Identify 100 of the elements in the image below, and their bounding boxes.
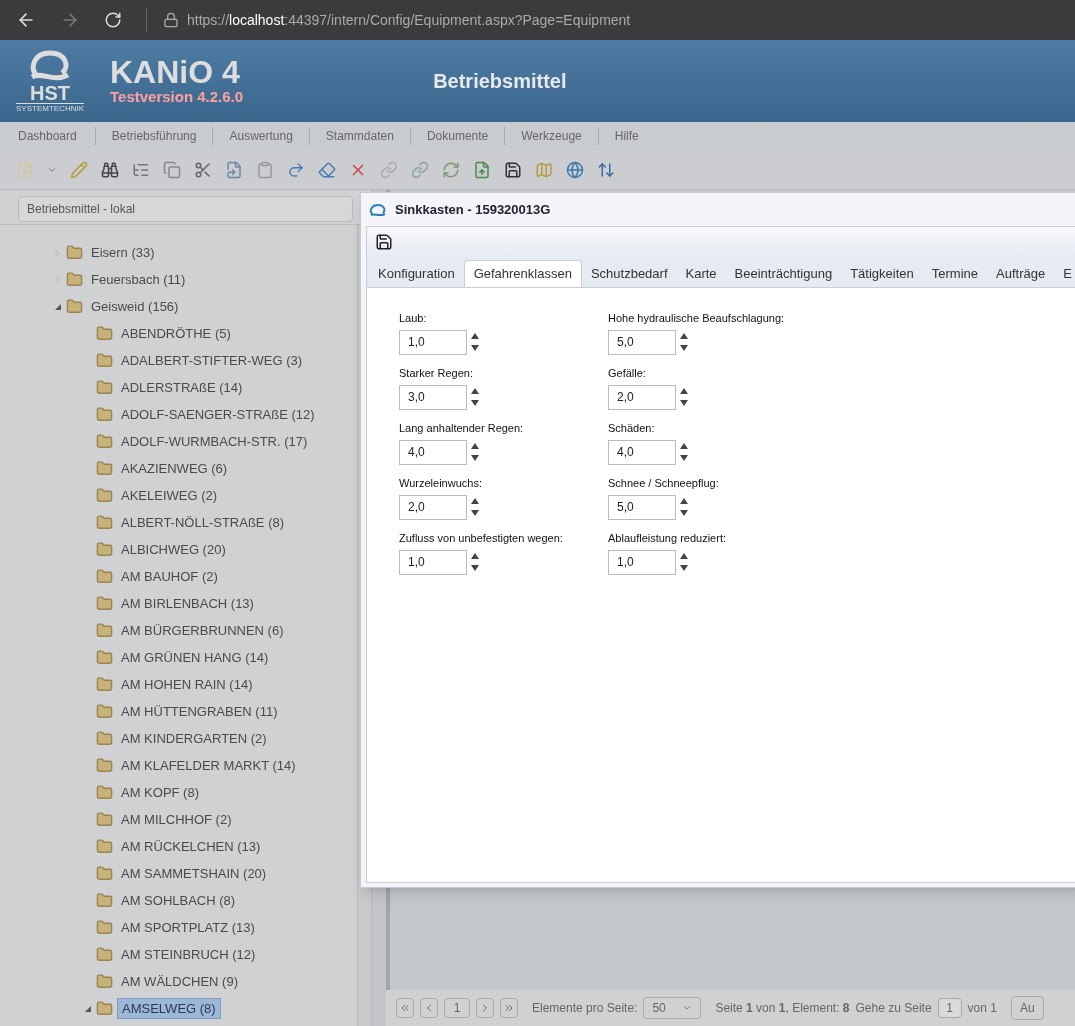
folder-icon <box>96 865 113 882</box>
globe-icon[interactable] <box>566 160 584 179</box>
number-field[interactable]: 3,0 <box>399 384 467 410</box>
tree-item[interactable]: Geisweid (156) <box>87 296 183 317</box>
tree-item[interactable]: ALBERT-NÖLL-STRAßE (8) <box>117 512 289 533</box>
tree-item[interactable]: AM KINDERGARTEN (2) <box>117 728 271 749</box>
previous-page-button[interactable] <box>420 998 438 1018</box>
tree-item[interactable]: AKELEIWEG (2) <box>117 485 222 506</box>
save-icon[interactable] <box>375 233 393 251</box>
go-button[interactable]: Au <box>1010 996 1044 1020</box>
tab[interactable]: Beeinträchtigung <box>725 260 842 287</box>
tree-item[interactable]: AM KLAFELDER MARKT (14) <box>117 755 300 776</box>
spinner-icon[interactable] <box>680 333 688 351</box>
tab[interactable]: Aufträge <box>987 260 1055 287</box>
spinner-icon[interactable] <box>680 443 688 461</box>
per-page-dropdown[interactable]: 50 <box>643 997 702 1019</box>
tree-item[interactable]: AM BIRLENBACH (13) <box>117 593 258 614</box>
reload-icon[interactable] <box>104 11 122 29</box>
chain-icon[interactable] <box>411 160 429 179</box>
file-arrow-icon[interactable] <box>225 160 243 179</box>
tree-item[interactable]: ALBICHWEG (20) <box>117 539 230 560</box>
number-field[interactable]: 4,0 <box>608 439 676 465</box>
number-field[interactable]: 4,0 <box>399 439 467 465</box>
tab[interactable]: Konfiguration <box>369 260 464 287</box>
number-field[interactable]: 5,0 <box>608 329 676 355</box>
tree-item[interactable]: ADLERSTRAßE (14) <box>117 377 247 398</box>
menu-item[interactable]: Dashboard <box>0 127 95 145</box>
clipboard-icon[interactable] <box>256 160 274 179</box>
link-icon[interactable] <box>380 160 398 179</box>
folder-icon <box>96 703 113 720</box>
tree-item[interactable]: AM RÜCKELCHEN (13) <box>117 836 265 857</box>
tree-item[interactable]: Eisern (33) <box>87 242 159 263</box>
folder-icon <box>96 892 113 909</box>
number-field[interactable]: 2,0 <box>608 384 676 410</box>
first-page-button[interactable] <box>396 998 414 1018</box>
arrow-icon[interactable] <box>287 160 305 179</box>
spinner-icon[interactable] <box>680 553 688 571</box>
tree-item[interactable]: AM BÜRGERBRUNNEN (6) <box>117 620 288 641</box>
logo-text: HST <box>30 82 70 103</box>
expanded-arrow-icon[interactable] <box>84 1004 92 1013</box>
tab[interactable]: Gefahrenklassen <box>463 260 582 287</box>
menu-item[interactable]: Dokumente <box>409 127 505 145</box>
spinner-icon[interactable] <box>471 333 479 351</box>
tree-item[interactable]: AM MILCHHOF (2) <box>117 809 236 830</box>
tab[interactable]: Termine <box>922 260 987 287</box>
tab[interactable]: Karte <box>676 260 726 287</box>
tree-item[interactable]: AM WÄLDCHEN (9) <box>117 971 242 992</box>
tree-item[interactable]: ABENDRÖTHE (5) <box>117 323 235 344</box>
address-field[interactable]: https://localhost:44397/intern/Config/Equipment.aspx?Page=Equipment <box>163 9 631 31</box>
csv-upload-icon[interactable] <box>473 160 491 179</box>
tab[interactable]: Tätigkeiten <box>841 260 923 287</box>
tab[interactable]: E <box>1054 260 1075 287</box>
spinner-icon[interactable] <box>471 553 479 571</box>
spinner-icon[interactable] <box>471 443 479 461</box>
tree-item[interactable]: AKAZIENWEG (6) <box>117 458 232 479</box>
field-label: Wurzeleinwuchs: <box>399 476 483 491</box>
save-icon[interactable] <box>504 160 522 179</box>
last-page-button[interactable] <box>500 998 518 1018</box>
number-field[interactable]: 2,0 <box>399 494 467 520</box>
binoculars-icon[interactable] <box>101 160 119 179</box>
menu-item[interactable]: Hilfe <box>597 127 655 145</box>
menu-item[interactable]: Werkzeuge <box>504 127 598 145</box>
menu-item[interactable]: Auswertung <box>212 127 309 145</box>
number-field[interactable]: 1,0 <box>399 549 467 575</box>
spinner-icon[interactable] <box>471 498 479 516</box>
logo-subtitle: SYSTEMTECHNIK <box>16 102 84 114</box>
map-icon[interactable] <box>535 160 553 179</box>
pencil-icon[interactable] <box>70 160 88 179</box>
tree-item[interactable]: AM BAUHOF (2) <box>117 566 222 587</box>
tree-item[interactable]: ADALBERT-STIFTER-WEG (3) <box>117 350 307 371</box>
spinner-icon[interactable] <box>680 388 688 406</box>
tree-item[interactable]: AM SPORTPLATZ (13) <box>117 917 259 938</box>
copy-icon[interactable] <box>163 160 181 179</box>
number-field[interactable]: 5,0 <box>608 494 676 520</box>
tree-item[interactable]: AMSELWEG (8) <box>117 997 221 1020</box>
spinner-icon[interactable] <box>471 388 479 406</box>
eraser-icon[interactable] <box>318 160 336 179</box>
next-page-button[interactable] <box>476 998 494 1018</box>
version-label: Testversion 4.2.6.0 <box>110 87 244 107</box>
tree-item[interactable]: AM KOPF (8) <box>117 782 203 803</box>
menu-item[interactable]: Stammdaten <box>308 127 410 145</box>
tree-item[interactable]: AM HÜTTENGRABEN (11) <box>117 701 282 722</box>
tree-item[interactable]: ADOLF-SAENGER-STRAßE (12) <box>117 404 319 425</box>
tree-item[interactable]: ADOLF-WURMBACH-STR. (17) <box>117 431 312 452</box>
tree-item[interactable]: AM STEINBRUCH (12) <box>117 944 260 965</box>
goto-page-field[interactable]: 1 <box>937 998 962 1018</box>
folder-icon <box>96 541 113 558</box>
tree-item[interactable]: AM HOHEN RAIN (14) <box>117 674 257 695</box>
expanded-arrow-icon[interactable] <box>54 302 62 311</box>
menu-item[interactable]: Betriebsführung <box>94 127 213 145</box>
tab[interactable]: Schutzbedarf <box>581 260 677 287</box>
tree-item[interactable]: AM GRÜNEN HANG (14) <box>117 647 273 668</box>
tree-item[interactable]: Feuersbach (11) <box>87 269 190 290</box>
tree-item[interactable]: AM SAMMETSHAIN (20) <box>117 863 271 884</box>
tree-item[interactable]: AM SOHLBACH (8) <box>117 890 240 911</box>
number-field[interactable]: 1,0 <box>399 329 467 355</box>
number-field[interactable]: 1,0 <box>608 549 676 575</box>
recycle-icon[interactable] <box>442 160 460 179</box>
scissors-icon[interactable] <box>194 160 212 179</box>
spinner-icon[interactable] <box>680 498 688 516</box>
